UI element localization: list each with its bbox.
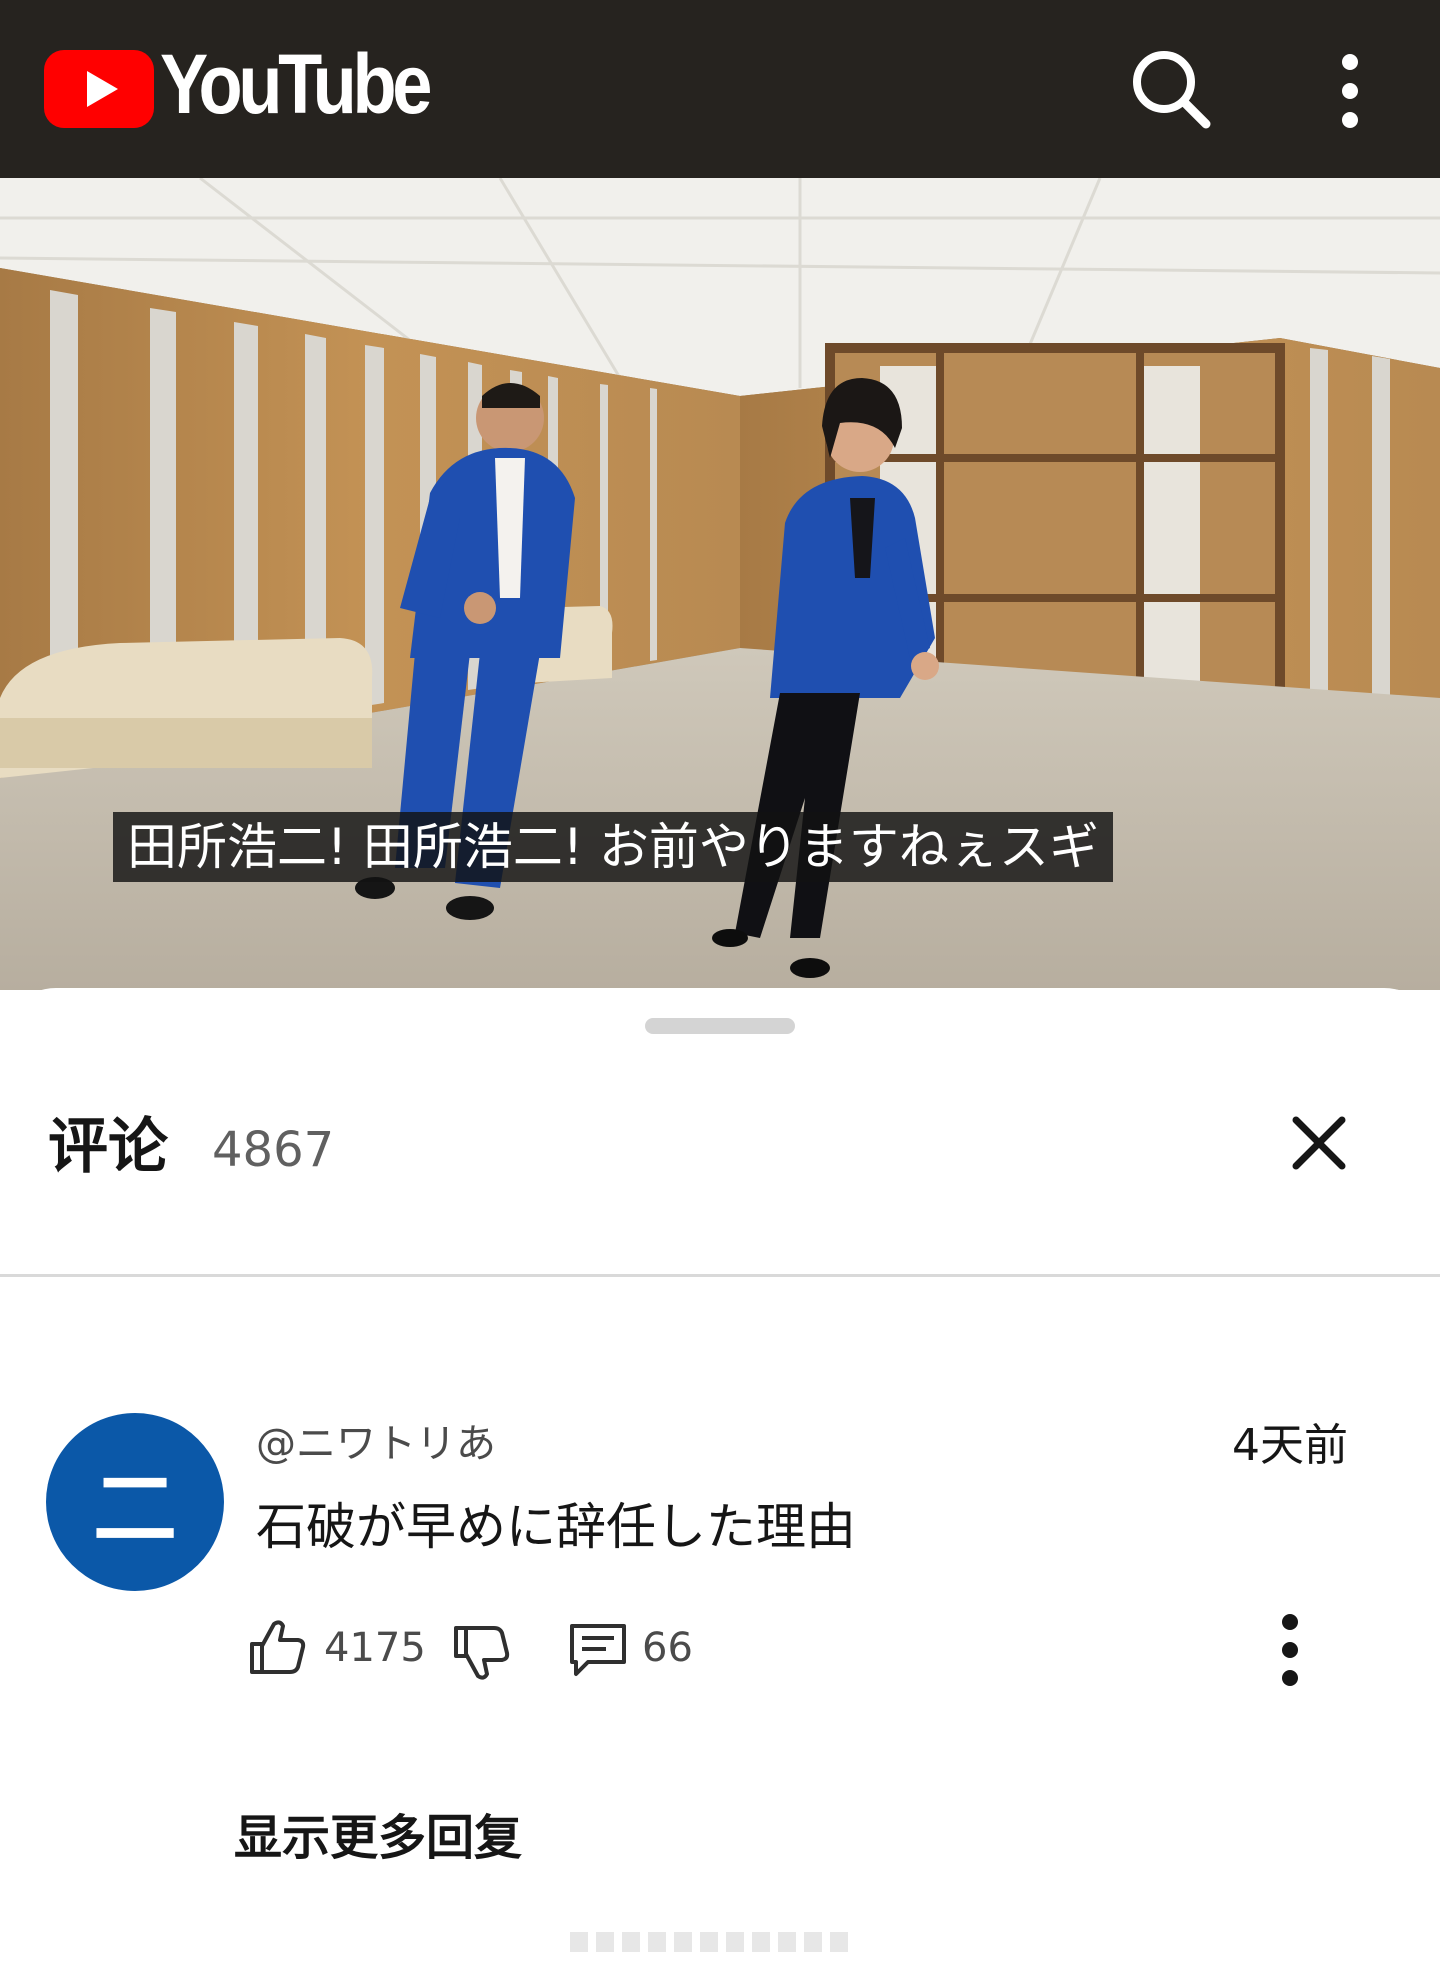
video-player[interactable]: 田所浩二! 田所浩二! お前やりますねぇスギ (0, 178, 1440, 990)
header-divider (0, 1274, 1440, 1277)
video-caption: 田所浩二! 田所浩二! お前やりますねぇスギ (113, 812, 1113, 882)
thumbs-down-icon[interactable] (450, 1622, 512, 1684)
youtube-wordmark[interactable]: YouTube (160, 42, 432, 126)
like-count: 4175 (324, 1625, 426, 1671)
search-icon[interactable] (1128, 46, 1212, 130)
more-vertical-icon[interactable] (1322, 52, 1378, 130)
top-bar: YouTube (0, 0, 1440, 178)
show-more-replies-button[interactable]: 显示更多回复 (234, 1806, 522, 1870)
comment-more-icon[interactable] (1262, 1610, 1318, 1690)
thumbs-up-icon[interactable] (246, 1616, 308, 1678)
avatar[interactable]: 二 (46, 1413, 224, 1591)
comments-title: 评论 (48, 1112, 168, 1182)
comment-text: 石破が早めに辞任した理由 (256, 1498, 856, 1556)
close-icon[interactable] (1284, 1108, 1354, 1178)
comment-author[interactable]: @ニワトリあ (256, 1416, 496, 1472)
youtube-logo-icon[interactable] (44, 50, 154, 128)
drag-handle[interactable] (645, 1018, 795, 1034)
comments-count: 4867 (212, 1122, 335, 1178)
comment-timestamp: 4天前 (1232, 1420, 1348, 1471)
reply-icon[interactable] (566, 1620, 630, 1680)
watermark-logo (570, 1932, 848, 1952)
reply-count: 66 (642, 1625, 693, 1671)
comments-sheet: 评论 4867 二 @ニワトリあ 4天前 石破が早めに辞任した理由 4175 6… (0, 988, 1440, 1987)
